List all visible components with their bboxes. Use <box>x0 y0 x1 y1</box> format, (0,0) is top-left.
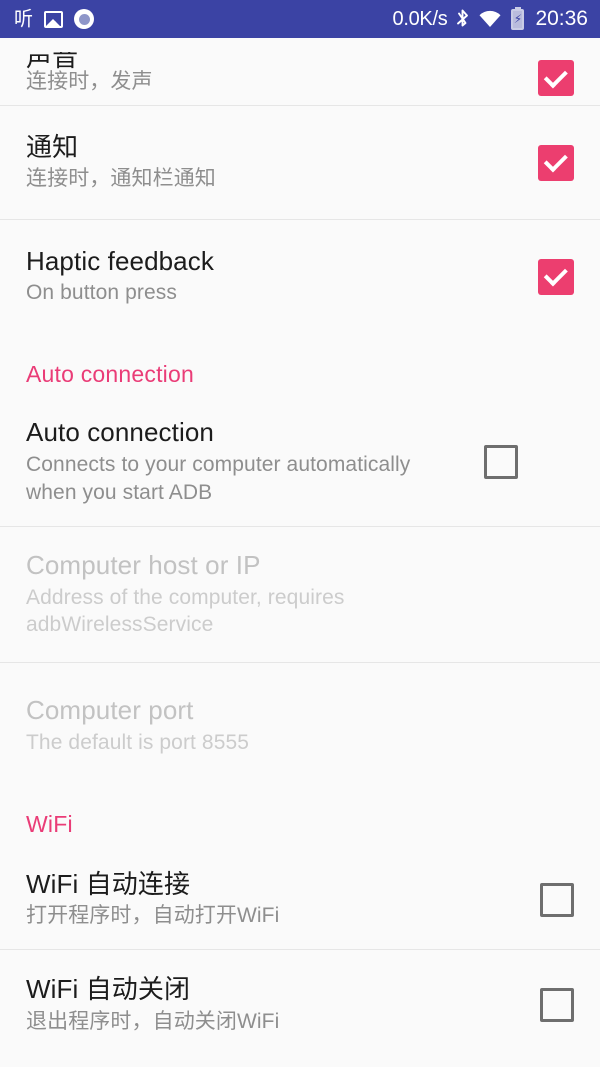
setting-row-text: 通知 连接时，通知栏通知 <box>26 132 520 193</box>
setting-row-haptic-feedback[interactable]: Haptic feedback On button press <box>0 220 600 333</box>
setting-row-computer-port[interactable]: Computer port The default is port 8555 <box>0 663 600 789</box>
setting-subtitle: 退出程序时，自动关闭WiFi <box>26 1009 280 1033</box>
setting-subtitle: 连接时，发声 <box>26 70 153 94</box>
checkbox-wifi-auto-off[interactable] <box>540 988 574 1022</box>
checkbox-auto-connection[interactable] <box>484 445 518 479</box>
settings-list[interactable]: 声音 连接时，发声 通知 连接时，通知栏通知 Haptic feedback O… <box>0 38 600 1067</box>
checkbox-sound[interactable] <box>538 60 574 96</box>
checkbox-notification[interactable] <box>538 144 574 181</box>
setting-row-auto-connection[interactable]: Auto connection Connects to your compute… <box>0 398 600 526</box>
wifi-icon <box>478 10 502 28</box>
setting-row-sound[interactable]: 声音 连接时，发声 <box>0 38 600 105</box>
setting-title: 通知 <box>26 131 79 162</box>
setting-row-text: Computer host or IP Address of the compu… <box>26 550 486 639</box>
setting-row-wifi-auto-connect[interactable]: WiFi 自动连接 打开程序时，自动打开WiFi <box>0 850 600 949</box>
setting-row-text: 声音 连接时，发声 <box>26 42 520 96</box>
setting-row-notification[interactable]: 通知 连接时，通知栏通知 <box>0 106 600 219</box>
setting-row-computer-host-or-ip[interactable]: Computer host or IP Address of the compu… <box>0 527 600 662</box>
status-bar: 听 0.0K/s ⚡ 20:36 <box>0 0 600 38</box>
setting-subtitle: On button press <box>26 281 177 305</box>
setting-subtitle: Connects to your computer automatically … <box>26 453 411 504</box>
setting-row-wifi-auto-off[interactable]: WiFi 自动关闭 退出程序时，自动关闭WiFi <box>0 950 600 1060</box>
listen-icon: 听 <box>14 6 34 31</box>
top-clip-mask <box>0 38 600 52</box>
clock-label: 20:36 <box>535 7 588 30</box>
setting-row-text: WiFi 自动连接 打开程序时，自动打开WiFi <box>26 869 522 930</box>
setting-row-text: WiFi 自动关闭 退出程序时，自动关闭WiFi <box>26 974 522 1035</box>
setting-title: WiFi 自动连接 <box>26 868 191 899</box>
setting-subtitle: 连接时，通知栏通知 <box>26 167 216 191</box>
setting-subtitle: The default is port 8555 <box>26 730 250 754</box>
record-icon <box>74 9 95 29</box>
checkbox-haptic-feedback[interactable] <box>538 258 574 295</box>
bluetooth-icon <box>456 8 469 30</box>
network-speed-label: 0.0K/s <box>392 7 448 30</box>
setting-title: Haptic feedback <box>26 245 214 276</box>
battery-charging-icon: ⚡ <box>511 8 525 30</box>
status-bar-right-icons: 0.0K/s ⚡ 20:36 <box>393 7 588 31</box>
status-bar-left-icons: 听 <box>14 6 95 31</box>
setting-title: Auto connection <box>26 417 214 448</box>
setting-subtitle: 打开程序时，自动打开WiFi <box>26 904 280 928</box>
checkbox-wifi-auto-connect[interactable] <box>540 882 574 917</box>
setting-title: Computer port <box>26 695 194 726</box>
setting-row-text: Computer port The default is port 8555 <box>26 695 574 756</box>
photo-icon <box>44 10 64 28</box>
setting-subtitle: Address of the computer, requires adbWir… <box>26 585 345 637</box>
setting-title: Computer host or IP <box>26 549 261 580</box>
section-header-auto-connection: Auto connection <box>26 361 194 387</box>
setting-row-text: Haptic feedback On button press <box>26 246 520 307</box>
setting-title: WiFi 自动关闭 <box>26 974 191 1005</box>
setting-row-text: Auto connection Connects to your compute… <box>26 417 466 506</box>
section-header-wifi: WiFi <box>26 811 73 837</box>
